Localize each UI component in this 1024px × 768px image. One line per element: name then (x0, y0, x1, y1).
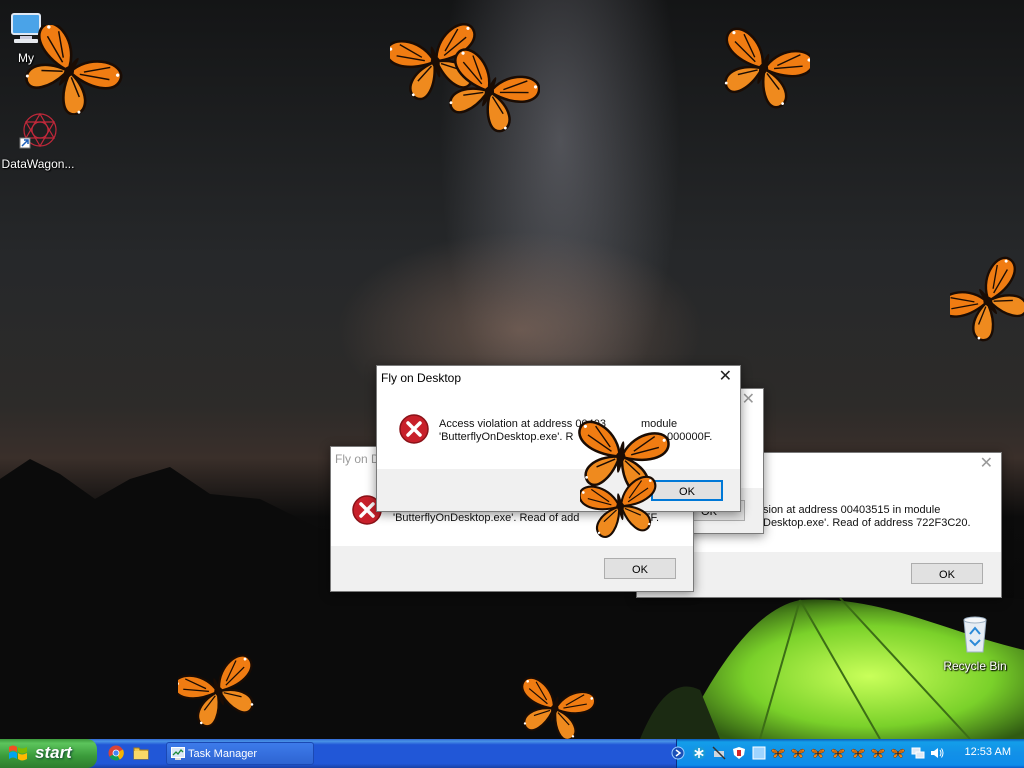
butterfly-icon (10, 25, 127, 115)
folder-icon[interactable] (133, 745, 149, 761)
start-label: start (35, 743, 72, 762)
task-manager-icon (171, 747, 185, 760)
dialog-footer: OK (377, 469, 740, 511)
ok-button[interactable]: OK (911, 563, 983, 584)
error-message-line: sion at address 00403515 in module (763, 504, 941, 516)
butterfly-icon (580, 474, 660, 542)
butterfly-tray-icon[interactable] (831, 746, 845, 760)
butterfly-tray-icon[interactable] (871, 746, 885, 760)
butterfly-icon (440, 44, 540, 140)
butterfly-icon (718, 24, 810, 116)
butterfly-tray-icon[interactable] (851, 746, 865, 760)
show-hidden-icons-icon[interactable] (671, 746, 685, 760)
ok-button[interactable]: OK (604, 558, 676, 579)
system-tray: 12:53 AM (671, 739, 1024, 768)
butterfly-tray-icon[interactable] (891, 746, 905, 760)
close-icon[interactable]: ✕ (742, 392, 755, 408)
butterfly-tray-icon[interactable] (791, 746, 805, 760)
close-icon[interactable]: ✕ (980, 456, 993, 472)
taskbar-button-task-manager[interactable]: Task Manager (166, 742, 314, 765)
close-icon[interactable]: ✕ (719, 369, 732, 385)
chrome-icon[interactable] (108, 745, 124, 761)
error-message-line: 'ButterflyOnDesktop.exe'. R (439, 431, 574, 443)
volume-icon[interactable] (930, 746, 944, 760)
error-dialog: Fly on Desktop ✕ Access violation at add… (376, 365, 741, 512)
butterfly-tray-icon[interactable] (811, 746, 825, 760)
desktop-icon-label: Recycle Bin (943, 659, 1007, 673)
muted-network-icon[interactable] (712, 746, 726, 760)
taskbar: start Task Manager 12:53 AM (0, 739, 1024, 768)
security-shield-icon[interactable] (732, 746, 746, 760)
error-icon (399, 414, 429, 444)
butterfly-icon (178, 651, 258, 734)
windows-logo-icon (9, 745, 27, 761)
butterfly-tray-icon[interactable] (771, 746, 785, 760)
clock[interactable]: 12:53 AM (965, 746, 1011, 758)
butterfly-icon (950, 252, 1024, 350)
dialog-title: Fly on D (335, 452, 380, 466)
desktop-icon-label: DataWagon... (1, 157, 75, 171)
taskbar-button-label: Task Manager (188, 748, 258, 760)
recycle-bin-icon (963, 616, 987, 653)
window-app-icon[interactable] (752, 746, 766, 760)
desktop-icon-datawagon[interactable]: DataWagon... (0, 108, 76, 171)
butterfly-icon (510, 676, 599, 739)
desktop: My DataWagon... Recycle Bin ✕ sion at ad… (0, 0, 1024, 739)
title-bar: Fly on Desktop ✕ (377, 366, 740, 390)
network-connection-icon[interactable] (911, 746, 925, 760)
dialog-title: Fly on Desktop (381, 371, 462, 385)
start-button[interactable]: start (0, 739, 97, 768)
error-message-line: 'ButterflyOnDesktop.exe'. Read of add (393, 512, 580, 524)
asterisk-app-icon[interactable] (692, 746, 706, 760)
desktop-icon-recycle-bin[interactable]: Recycle Bin (937, 614, 1013, 673)
error-message-line: Desktop.exe'. Read of address 722F3C20. (763, 517, 971, 529)
